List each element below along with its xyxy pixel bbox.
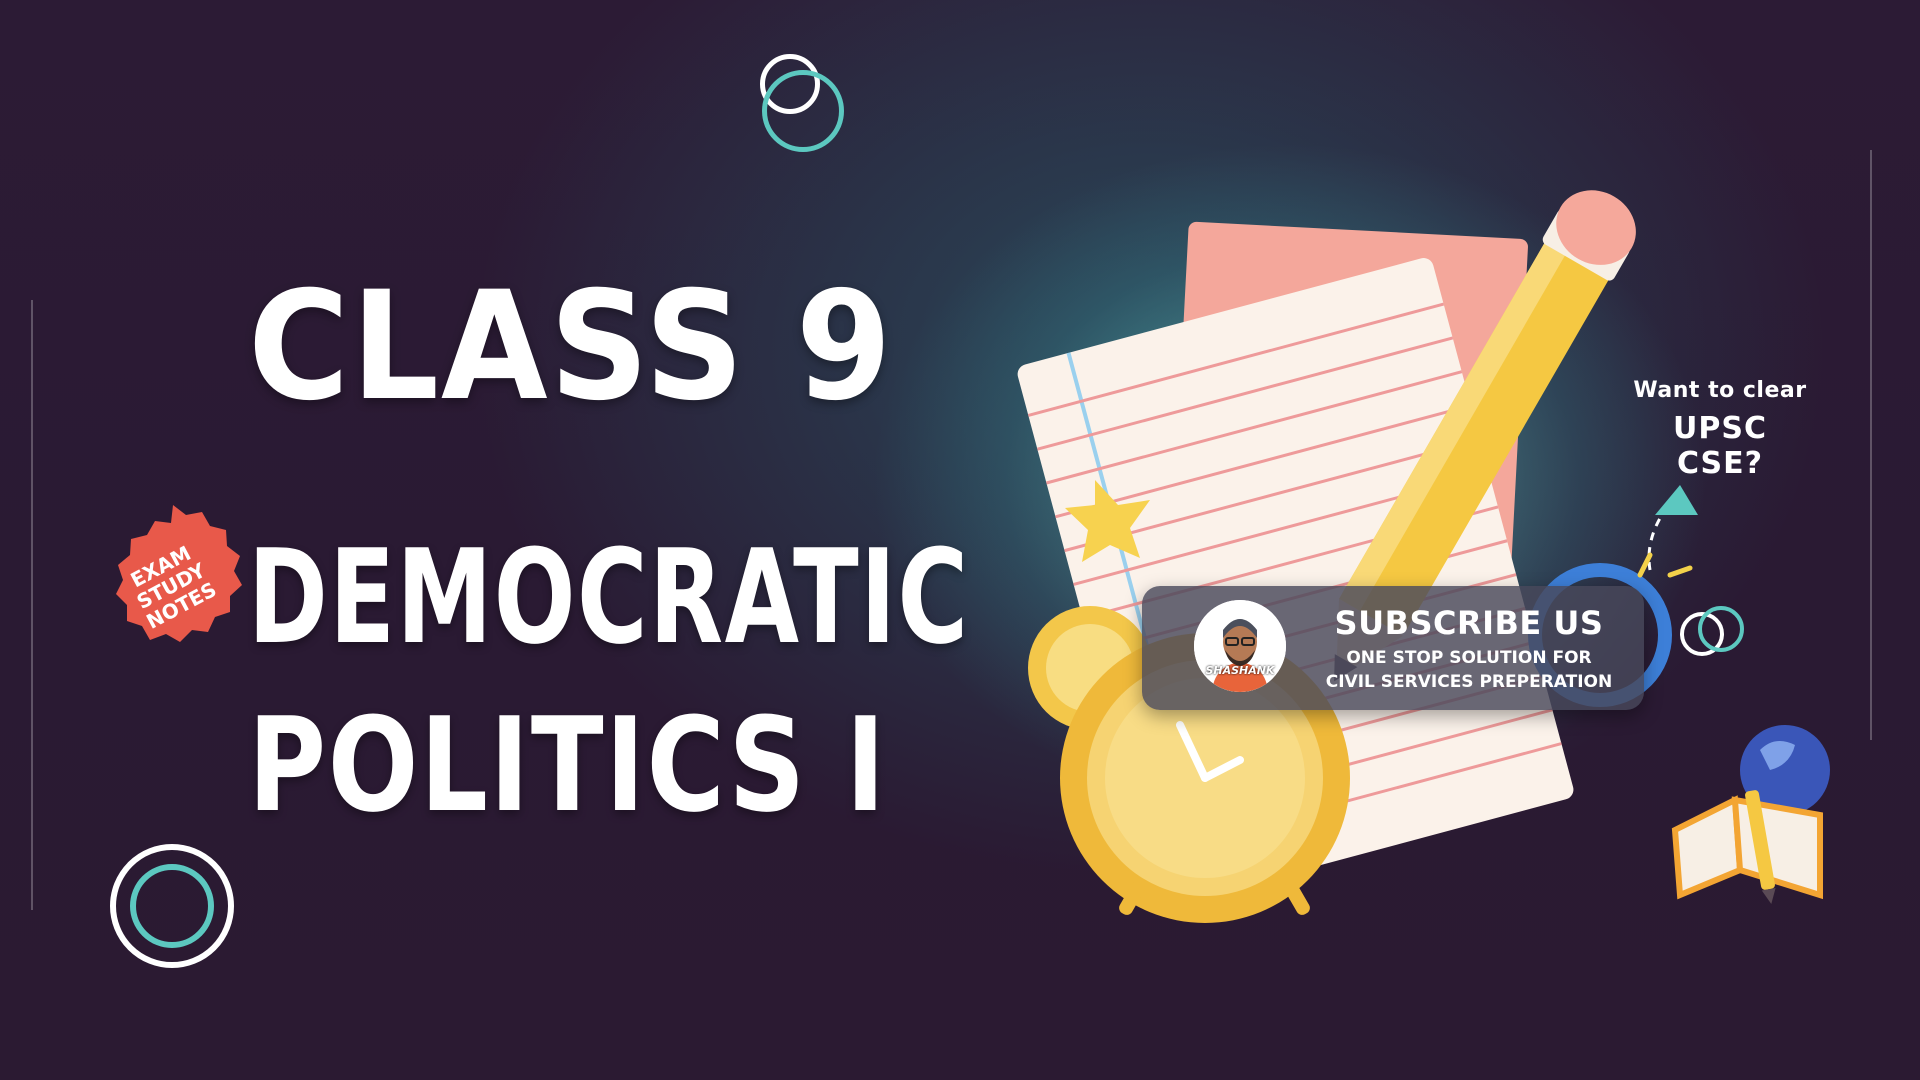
avatar: SHASHANK <box>1194 600 1286 692</box>
upsc-question-text: Want to clear <box>1633 378 1807 403</box>
arrow-up-icon <box>1637 485 1698 578</box>
title-class: CLASS 9 <box>248 260 894 434</box>
subscribe-line-1: ONE STOP SOLUTION FOR <box>1346 648 1592 668</box>
title-politics: POLITICS I <box>248 689 887 841</box>
subscribe-card[interactable]: SHASHANK SUBSCRIBE US ONE STOP SOLUTION … <box>1142 586 1644 710</box>
thumbnail-canvas: EXAM STUDY NOTES CLASS 9 DEMOCRATIC POLI… <box>0 0 1920 1080</box>
upsc-exam-text: UPSC CSE? <box>1673 411 1767 481</box>
subscribe-title[interactable]: SUBSCRIBE US <box>1304 604 1634 642</box>
upsc-question: Want to clear UPSC CSE? <box>1630 378 1810 481</box>
exam-study-notes-badge: EXAM STUDY NOTES <box>98 505 248 655</box>
subscribe-line-2: CIVIL SERVICES PREPERATION <box>1325 672 1613 692</box>
title-democratic: DEMOCRATIC <box>248 521 970 673</box>
globe-book-icon <box>1671 725 1830 905</box>
avatar-portrait-icon <box>1194 600 1286 692</box>
avatar-name: SHASHANK <box>1205 664 1275 677</box>
